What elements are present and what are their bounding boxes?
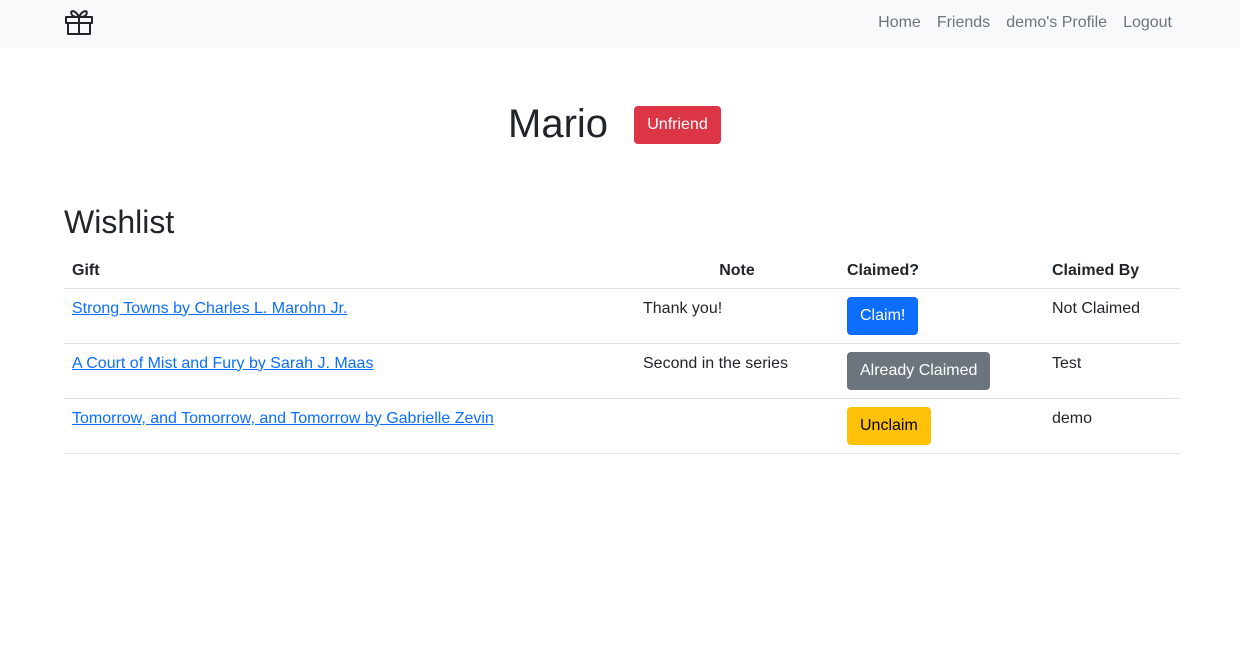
unclaim-button[interactable]: Unclaim: [847, 406, 931, 445]
wishlist-title: Wishlist: [64, 204, 175, 240]
claimed-by-cell: Test: [1044, 343, 1180, 399]
gift-link[interactable]: Strong Towns by Charles L. Marohn Jr.: [72, 300, 347, 317]
nav-profile-link[interactable]: demo's Profile: [998, 14, 1115, 32]
navbar: Home Friends demo's Profile Logout: [0, 0, 1240, 48]
note-cell: Thank you!: [635, 288, 839, 344]
brand-link[interactable]: [64, 6, 94, 36]
claim-cell: Unclaim: [839, 398, 1044, 454]
nav-home-link[interactable]: Home: [870, 14, 929, 32]
nav-links: Home Friends demo's Profile Logout: [870, 0, 1180, 46]
gift-cell: Strong Towns by Charles L. Marohn Jr.: [64, 288, 635, 344]
nav-logout-link[interactable]: Logout: [1115, 14, 1180, 32]
profile-header: Mario Unfriend: [0, 96, 1240, 156]
table-row: A Court of Mist and Fury by Sarah J. Maa…: [64, 343, 1180, 399]
claim-cell: Already Claimed: [839, 343, 1044, 399]
column-header-claimed-by: Claimed By: [1044, 250, 1180, 289]
claimed-by-cell: Not Claimed: [1044, 288, 1180, 344]
unfriend-button[interactable]: Unfriend: [634, 106, 721, 144]
gift-link[interactable]: A Court of Mist and Fury by Sarah J. Maa…: [72, 355, 373, 372]
column-header-gift: Gift: [64, 250, 635, 289]
note-cell: Second in the series: [635, 343, 839, 399]
gift-icon: [64, 6, 94, 36]
claimed-by-cell: demo: [1044, 398, 1180, 454]
claim-button[interactable]: Claim!: [847, 296, 919, 335]
wishlist-table: Gift Note Claimed? Claimed By Strong Tow…: [64, 250, 1180, 454]
gift-link[interactable]: Tomorrow, and Tomorrow, and Tomorrow by …: [72, 410, 494, 427]
table-row: Strong Towns by Charles L. Marohn Jr. Th…: [64, 288, 1180, 344]
gift-cell: Tomorrow, and Tomorrow, and Tomorrow by …: [64, 398, 635, 454]
claim-cell: Claim!: [839, 288, 1044, 344]
table-header-row: Gift Note Claimed? Claimed By: [64, 250, 1180, 289]
note-cell: [635, 398, 839, 454]
column-header-note: Note: [635, 250, 839, 289]
profile-name: Mario: [508, 102, 609, 146]
gift-cell: A Court of Mist and Fury by Sarah J. Maa…: [64, 343, 635, 399]
table-row: Tomorrow, and Tomorrow, and Tomorrow by …: [64, 398, 1180, 454]
already-claimed-button[interactable]: Already Claimed: [847, 351, 991, 390]
nav-friends-link[interactable]: Friends: [929, 14, 998, 32]
column-header-claimed: Claimed?: [839, 250, 1044, 289]
